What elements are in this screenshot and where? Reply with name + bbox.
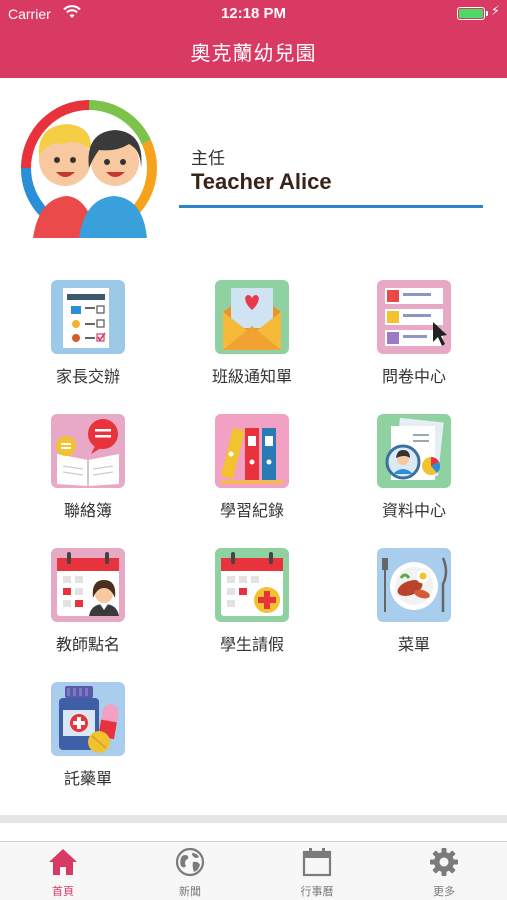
menu-parent-tasks[interactable]: 家長交辦 (13, 280, 163, 400)
menu-medicine-form[interactable]: 託藥單 (13, 682, 163, 802)
calendar-teacher-icon (51, 548, 125, 622)
name-underline (179, 205, 483, 208)
avatar (20, 99, 157, 238)
menu-teacher-rollcall[interactable]: 教師點名 (13, 548, 163, 668)
charging-icon: ⚡ (490, 4, 500, 19)
menu-learning-record[interactable]: 學習紀錄 (177, 414, 327, 534)
section-divider (0, 815, 507, 823)
tab-more[interactable]: 更多 (381, 842, 507, 900)
survey-questions-icon (377, 280, 451, 354)
tab-label: 更多 (433, 885, 455, 898)
menu-label: 菜單 (397, 635, 430, 654)
tab-news[interactable]: 新聞 (127, 842, 253, 900)
medicine-bottle-icon (51, 682, 125, 756)
menu-class-notice[interactable]: 班級通知單 (177, 280, 327, 400)
calendar-icon (302, 848, 332, 877)
tab-bar: 首頁 新聞 行事曆 更多 (0, 841, 507, 900)
menu-label: 學生請假 (219, 635, 284, 654)
clock: 12:18 PM (220, 5, 287, 22)
checklist-form-icon (51, 280, 125, 354)
status-bar: Carrier 12:18 PM ⚡ (0, 0, 507, 28)
menu-meal-menu[interactable]: 菜單 (339, 548, 489, 668)
user-name: Teacher Alice (191, 169, 332, 194)
globe-icon (175, 847, 205, 877)
binders-icon (215, 414, 289, 488)
page-title: 奧克蘭幼兒園 (190, 41, 317, 65)
nav-bar: 奧克蘭幼兒園 (0, 28, 507, 78)
menu-student-leave[interactable]: 學生請假 (177, 548, 327, 668)
menu-contact-book[interactable]: 聯絡簿 (13, 414, 163, 534)
home-icon (49, 849, 77, 875)
chat-book-icon (51, 414, 125, 488)
menu-label: 問卷中心 (381, 367, 446, 386)
profile-header: 主任 Teacher Alice (0, 78, 507, 248)
menu-label: 託藥單 (63, 769, 112, 788)
menu-label: 家長交辦 (55, 367, 120, 386)
menu-label: 教師點名 (55, 635, 120, 654)
tab-label: 新聞 (179, 885, 201, 898)
documents-person-icon (377, 414, 451, 488)
gear-icon (430, 848, 458, 876)
menu-data-center[interactable]: 資料中心 (339, 414, 489, 534)
tab-label: 行事曆 (300, 885, 334, 898)
meal-plate-icon (377, 548, 451, 622)
tab-calendar[interactable]: 行事曆 (254, 842, 380, 900)
calendar-medical-icon (215, 548, 289, 622)
user-role: 主任 (191, 149, 225, 169)
menu-label: 聯絡簿 (63, 501, 112, 520)
envelope-heart-icon (215, 280, 289, 354)
menu-survey-center[interactable]: 問卷中心 (339, 280, 489, 400)
battery-icon (457, 7, 488, 20)
tab-home[interactable]: 首頁 (0, 842, 126, 900)
menu-label: 班級通知單 (211, 367, 292, 386)
menu-label: 資料中心 (381, 501, 446, 520)
tab-label: 首頁 (52, 885, 74, 898)
menu-label: 學習紀錄 (219, 501, 284, 520)
